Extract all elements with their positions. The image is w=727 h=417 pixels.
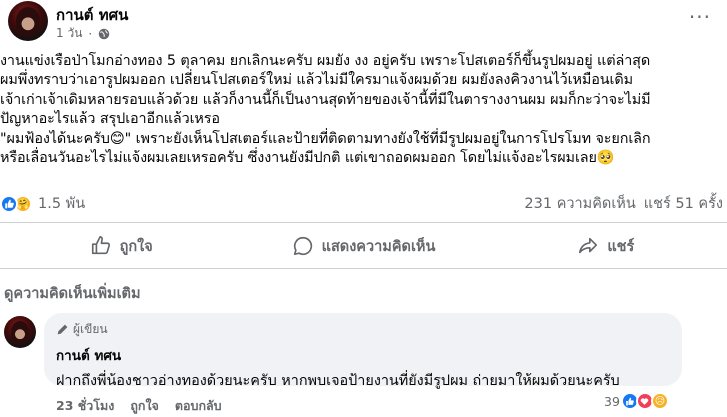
post-meta: 1 วัน · xyxy=(56,24,110,43)
comment-icon xyxy=(293,236,312,256)
share-button[interactable]: แชร์ xyxy=(485,228,727,264)
thumbs-up-icon xyxy=(91,236,110,255)
commenter-avatar[interactable] xyxy=(4,316,36,348)
globe-icon xyxy=(98,28,110,39)
like-button[interactable]: ถูกใจ xyxy=(0,228,242,264)
comment-text: ฝากถึงพี่น้องชาวอ่างทองด้วยนะครับ หากพบเ… xyxy=(56,373,620,389)
author-badge: ผู้เขียน xyxy=(56,320,670,339)
sad-reaction-icon: 😥 xyxy=(650,392,669,410)
comment-label: แสดงความคิดเห็น xyxy=(321,238,436,255)
view-more-comments-link[interactable]: ดูความคิดเห็นเพิ่มเติม xyxy=(4,282,141,305)
comment-like-button[interactable]: ถูกใจ xyxy=(130,396,159,416)
like-reaction-icon xyxy=(0,194,18,213)
post-time[interactable]: 1 วัน xyxy=(56,24,82,43)
like-label: ถูกใจ xyxy=(119,238,153,255)
pen-icon xyxy=(57,324,68,335)
comment-button[interactable]: แสดงความคิดเห็น xyxy=(242,228,484,264)
post-actions: ถูกใจ แสดงความคิดเห็น แชร์ xyxy=(0,228,727,264)
post-text: งานแข่งเรือป่าโมกอ่างทอง 5 ตุลาคม ยกเลิก… xyxy=(0,53,651,167)
post-stats: 🤗 1.5 พัน 231 ความคิดเห็น แชร์ 51 ครั้ง xyxy=(0,192,727,216)
commenter-name[interactable]: กานต์ ทศน xyxy=(56,344,670,366)
comment-actions: 23 ชั่วโมง ถูกใจ ตอบกลับ xyxy=(56,396,222,416)
more-options-icon[interactable]: ··· xyxy=(689,5,711,29)
comment-reactions[interactable]: 39 😥 xyxy=(604,392,669,410)
comment-reactions-count: 39 xyxy=(604,393,620,409)
stats-right: 231 ความคิดเห็น แชร์ 51 ครั้ง xyxy=(524,192,723,215)
post-header: กานต์ ทศน 1 วัน · ··· xyxy=(4,1,727,41)
share-arrow-icon xyxy=(579,237,598,254)
reactions-count: 1.5 พัน xyxy=(38,196,86,212)
comments-count[interactable]: 231 ความคิดเห็น xyxy=(524,192,635,215)
reactions-summary[interactable]: 🤗 1.5 พัน xyxy=(0,192,85,215)
comment-reply-button[interactable]: ตอบกลับ xyxy=(175,396,222,416)
comment-bubble: ผู้เขียน กานต์ ทศน ฝากถึงพี่น้องชาวอ่างท… xyxy=(44,313,682,389)
author-badge-label: ผู้เขียน xyxy=(73,322,108,336)
divider xyxy=(0,222,727,223)
comment-time[interactable]: 23 ชั่วโมง xyxy=(56,396,114,416)
divider xyxy=(0,268,727,269)
shares-count[interactable]: แชร์ 51 ครั้ง xyxy=(644,192,723,215)
author-avatar[interactable] xyxy=(8,1,48,41)
share-label: แชร์ xyxy=(607,238,635,255)
